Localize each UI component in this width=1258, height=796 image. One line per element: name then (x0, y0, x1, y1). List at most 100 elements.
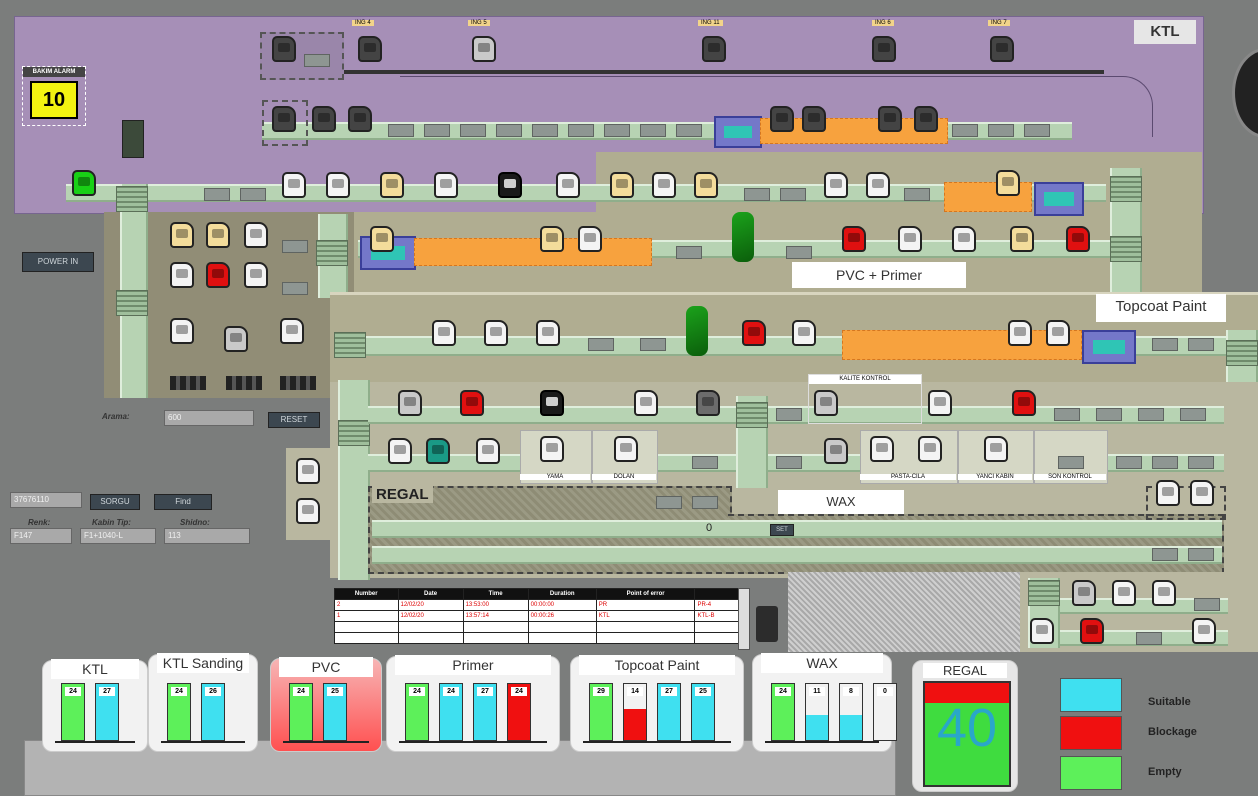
car-icon[interactable] (918, 436, 942, 462)
car-icon[interactable] (1080, 618, 1104, 644)
car-icon[interactable] (928, 390, 952, 416)
car-icon[interactable] (170, 222, 194, 248)
car-icon[interactable] (272, 36, 296, 62)
status-panel-2[interactable]: KTL Sanding 24 26 (148, 653, 258, 752)
car-icon[interactable] (1010, 226, 1034, 252)
speed-dial[interactable] (1232, 48, 1258, 138)
table-row[interactable]: 2 12/02/20 13:53:00 00:00:00 PR PR-4 (334, 599, 746, 611)
status-panel-1[interactable]: KTL 24 27 (42, 659, 148, 752)
car-icon[interactable] (878, 106, 902, 132)
car-icon[interactable] (206, 262, 230, 288)
status-panel-3[interactable]: PVC 24 25 (270, 657, 382, 752)
car-icon[interactable] (696, 390, 720, 416)
car-icon[interactable] (388, 438, 412, 464)
car-icon[interactable] (652, 172, 676, 198)
kabin-input[interactable]: F1+1040-L (80, 528, 156, 544)
car-icon[interactable] (312, 106, 336, 132)
car-icon[interactable] (72, 170, 96, 196)
car-icon[interactable] (802, 106, 826, 132)
car-icon[interactable] (370, 226, 394, 252)
car-icon[interactable] (952, 226, 976, 252)
car-icon[interactable] (282, 172, 306, 198)
car-icon[interactable] (870, 436, 894, 462)
car-icon[interactable] (742, 320, 766, 346)
maintenance-alarm[interactable]: BAKIM ALARM 10 (22, 66, 86, 126)
car-icon[interactable] (1066, 226, 1090, 252)
car-icon[interactable] (170, 318, 194, 344)
car-icon[interactable] (694, 172, 718, 198)
car-icon[interactable] (476, 438, 500, 464)
car-icon[interactable] (1152, 580, 1176, 606)
sorgu-button[interactable]: SORGU (90, 494, 140, 510)
car-icon[interactable] (814, 390, 838, 416)
table-row[interactable] (334, 621, 746, 633)
reset-button[interactable]: RESET (268, 412, 320, 428)
car-icon[interactable] (1112, 580, 1136, 606)
car-icon[interactable] (1072, 580, 1096, 606)
car-icon[interactable] (1012, 390, 1036, 416)
car-icon[interactable] (872, 36, 896, 62)
regal-panel[interactable]: REGAL 40 (912, 660, 1018, 792)
car-icon[interactable] (1190, 480, 1214, 506)
car-icon[interactable] (434, 172, 458, 198)
car-icon[interactable] (224, 326, 248, 352)
car-icon[interactable] (1046, 320, 1070, 346)
status-panel-6[interactable]: WAX 24 11 8 0 (752, 653, 897, 752)
car-icon[interactable] (540, 226, 564, 252)
car-icon[interactable] (1156, 480, 1180, 506)
car-icon[interactable] (326, 172, 350, 198)
car-icon[interactable] (1008, 320, 1032, 346)
car-icon[interactable] (792, 320, 816, 346)
car-icon[interactable] (206, 222, 230, 248)
car-icon[interactable] (614, 436, 638, 462)
car-icon[interactable] (280, 318, 304, 344)
car-icon[interactable] (898, 226, 922, 252)
car-icon[interactable] (296, 458, 320, 484)
car-icon[interactable] (770, 106, 794, 132)
car-icon[interactable] (498, 172, 522, 198)
table-scrollbar[interactable] (738, 588, 750, 650)
car-icon[interactable] (244, 222, 268, 248)
car-icon[interactable] (1192, 618, 1216, 644)
renk-input[interactable]: F147 (10, 528, 72, 544)
car-icon[interactable] (244, 262, 268, 288)
car-icon[interactable] (426, 438, 450, 464)
car-icon[interactable] (1030, 618, 1054, 644)
search-input[interactable]: 600 (164, 410, 254, 426)
car-icon[interactable] (984, 436, 1008, 462)
car-icon[interactable] (536, 320, 560, 346)
car-icon[interactable] (296, 498, 320, 524)
car-icon[interactable] (484, 320, 508, 346)
car-icon[interactable] (634, 390, 658, 416)
car-icon[interactable] (540, 436, 564, 462)
status-panel-5[interactable]: Topcoat Paint 29 14 27 25 (570, 655, 744, 752)
car-icon[interactable] (472, 36, 496, 62)
car-icon[interactable] (578, 226, 602, 252)
shidno-input[interactable]: 113 (164, 528, 250, 544)
car-icon[interactable] (358, 36, 382, 62)
car-icon[interactable] (996, 170, 1020, 196)
car-icon[interactable] (460, 390, 484, 416)
car-icon[interactable] (824, 172, 848, 198)
car-icon[interactable] (702, 36, 726, 62)
car-icon[interactable] (610, 172, 634, 198)
car-icon[interactable] (866, 172, 890, 198)
car-icon[interactable] (556, 172, 580, 198)
car-icon[interactable] (842, 226, 866, 252)
car-icon[interactable] (380, 172, 404, 198)
power-in-button[interactable]: POWER IN (22, 252, 94, 272)
car-icon[interactable] (170, 262, 194, 288)
table-row[interactable] (334, 632, 746, 644)
car-icon[interactable] (272, 106, 296, 132)
status-panel-4[interactable]: Primer 24 24 27 24 (386, 655, 560, 752)
find-button[interactable]: Find (154, 494, 212, 510)
car-icon[interactable] (348, 106, 372, 132)
regal-set-button[interactable]: SET (770, 524, 794, 536)
car-icon[interactable] (398, 390, 422, 416)
car-icon[interactable] (432, 320, 456, 346)
car-icon[interactable] (824, 438, 848, 464)
car-icon[interactable] (914, 106, 938, 132)
car-icon[interactable] (540, 390, 564, 416)
serial-input[interactable]: 37676110 (10, 492, 82, 508)
table-row[interactable]: 1 12/02/20 13:57:14 00:00:26 KTL KTL-B (334, 610, 746, 622)
